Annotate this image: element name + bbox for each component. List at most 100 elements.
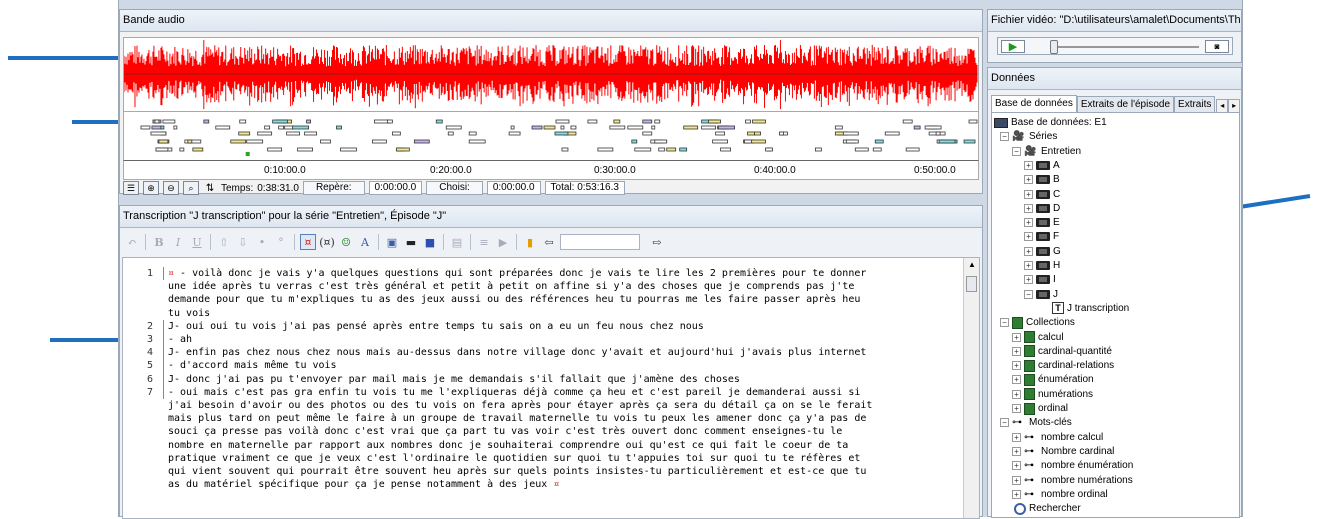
tab-database[interactable]: Base de données [991,95,1077,113]
tree-search[interactable]: Rechercher [1014,502,1081,515]
segment-marker[interactable] [140,125,151,130]
snapshot-button[interactable]: ◙ [1205,40,1229,53]
segment-marker[interactable] [747,131,755,136]
transcription-text[interactable]: ¤ - voilà donc je vais y'a quelques ques… [163,267,866,281]
fall-icon[interactable]: ⇩ [235,234,251,250]
tree-episode-f[interactable]: + F [1024,230,1059,243]
segment-marker[interactable] [278,125,285,130]
expand-icon[interactable]: + [1012,475,1021,485]
transcription-row[interactable]: tu vois [163,307,961,320]
expand-icon[interactable]: + [1024,246,1033,256]
timecode-icon[interactable]: ¤ [300,234,316,250]
tree-series[interactable]: − 🎥 Séries [1000,130,1057,143]
expand-icon[interactable]: + [1024,189,1033,199]
transcription-text[interactable]: - oui mais c'est pas gra enfin tu vois t… [163,385,860,400]
segment-marker[interactable] [215,125,231,130]
segment-marker[interactable] [386,119,393,124]
segment-marker[interactable] [340,147,357,152]
segment-marker[interactable] [718,125,735,130]
video-slider-thumb[interactable] [1050,40,1058,54]
transcription-text[interactable]: demande pour que tu m'expliques tu as de… [163,293,860,306]
choisi-button[interactable]: Choisi: [426,181,483,195]
collapse-icon[interactable]: − [1000,318,1009,328]
segment-marker[interactable] [336,125,342,130]
segment-marker[interactable] [654,119,661,124]
tree-collection-item[interactable]: + cardinal-relations [1012,359,1114,372]
film-icon[interactable]: ▬ [403,234,419,250]
transcription-text[interactable]: pratique vraiment ce que je veux c'est l… [163,452,860,465]
segment-marker[interactable] [272,119,289,124]
tab-scroll-left-icon[interactable]: ◂ [1216,99,1229,113]
transcription-row[interactable]: souci ça presse pas voilà donc c'est vra… [163,425,961,438]
tab-clips[interactable]: Extraits [1174,96,1216,113]
segment-marker[interactable] [902,119,913,124]
segment-marker[interactable] [854,147,869,152]
segment-track[interactable] [123,112,979,160]
expand-icon[interactable]: + [1012,346,1021,356]
segment-marker[interactable] [292,125,309,130]
tree-episode-e[interactable]: + E [1024,216,1060,229]
tree-transcription[interactable]: TJ transcription [1052,302,1129,315]
vertical-scrollbar[interactable]: ▲ [963,258,979,518]
transcription-row[interactable]: 3 - ah [147,333,961,347]
tree-entretien[interactable]: − 🎥 Entretien [1012,145,1081,158]
expand-icon[interactable]: + [1012,332,1021,342]
segment-marker[interactable] [468,139,486,144]
view-list-icon[interactable]: ☰ [123,181,139,195]
segment-marker[interactable] [543,125,556,130]
transcription-text[interactable]: qui vient souvent qui pourrait être souv… [163,465,866,478]
segment-marker[interactable] [162,119,176,124]
video-slider-track[interactable] [1053,46,1199,48]
transcription-text[interactable]: mais plus tard on peut même le faire à u… [163,412,866,425]
segment-marker[interactable] [924,125,942,130]
segment-marker[interactable] [683,125,699,130]
segment-marker[interactable] [531,125,543,130]
segment-marker[interactable] [634,147,652,152]
tree-episode-a[interactable]: + A [1024,159,1060,172]
tree-keywords[interactable]: − ⊶ Mots-clés [1000,416,1072,429]
segment-marker[interactable] [968,119,978,124]
transcription-row[interactable]: 6 J- donc j'ai pas pu t'envoyer par mail … [147,372,961,386]
segment-marker[interactable] [587,119,598,124]
segment-marker[interactable] [184,139,202,144]
segment-marker[interactable] [304,131,317,136]
repere-button[interactable]: Repère: [302,181,365,195]
tree-episode-b[interactable]: + B [1024,173,1060,186]
segment-marker[interactable] [712,139,728,144]
transcription-row[interactable]: pratique vraiment ce que je veux c'est l… [163,452,961,465]
segment-marker[interactable] [613,119,621,124]
speaker-icon[interactable]: ☺ [338,234,354,250]
collapse-icon[interactable]: − [1000,132,1009,142]
segment-marker[interactable] [651,125,656,130]
expand-icon[interactable]: + [1024,232,1033,242]
tree-root[interactable]: Base de données: E1 [994,116,1107,129]
segment-marker[interactable] [642,131,653,136]
transcription-text[interactable]: J- donc j'ai pas pu t'envoyer par mail m… [163,372,740,386]
tree-collections[interactable]: − Collections [1000,316,1075,329]
segment-marker[interactable] [246,139,264,144]
segment-marker[interactable] [554,131,569,136]
zoom-out-icon[interactable]: ⊖ [163,181,179,195]
expand-icon[interactable]: + [1024,160,1033,170]
segment-marker[interactable] [751,139,766,144]
segment-marker[interactable] [203,119,210,124]
tree-episode-i[interactable]: + I [1024,273,1056,286]
expand-icon[interactable]: + [1012,461,1021,471]
tab-scroll-right-icon[interactable]: ▸ [1228,99,1240,113]
segment-marker[interactable] [230,139,247,144]
segment-marker[interactable] [297,147,313,152]
expand-icon[interactable]: + [1012,389,1021,399]
transcription-row[interactable]: 5 - d'accord mais même tu vois [147,359,961,373]
transcription-text[interactable]: J- enfin pas chez nous chez nous mais au… [163,346,866,360]
transcription-row[interactable]: 7 - oui mais c'est pas gra enfin tu vois … [147,385,961,400]
segment-marker[interactable] [701,125,717,130]
segment-marker[interactable] [570,125,577,130]
segment-marker[interactable] [413,139,430,144]
transcription-row[interactable]: nombre en maternelle par rapport aux nom… [163,439,961,452]
tree-keyword-item[interactable]: + ⊶ nombre calcul [1012,431,1103,444]
transcription-row[interactable]: as du matériel spécifique pour ça je pen… [163,478,961,491]
waveform[interactable] [123,37,979,112]
segment-marker[interactable] [435,119,443,124]
segment-marker[interactable] [395,147,410,152]
tree-episode-c[interactable]: + C [1024,188,1060,201]
